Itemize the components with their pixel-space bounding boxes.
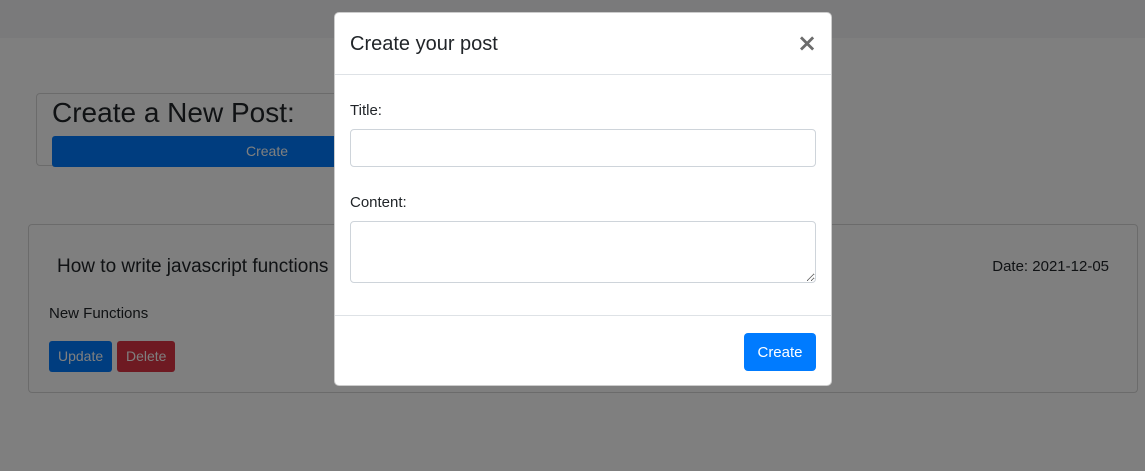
modal-title: Create your post (350, 33, 498, 55)
title-field-label: Title: (350, 102, 382, 119)
content-textarea[interactable] (350, 221, 816, 283)
title-input[interactable] (350, 129, 816, 167)
content-field-label: Content: (350, 194, 407, 211)
modal-header: Create your post × (335, 13, 831, 75)
close-icon[interactable]: × (797, 31, 817, 55)
create-post-submit-button[interactable]: Create (744, 333, 816, 371)
modal-footer: Create (335, 315, 831, 385)
create-post-modal: Create your post × Title: Content: Creat… (334, 12, 832, 386)
